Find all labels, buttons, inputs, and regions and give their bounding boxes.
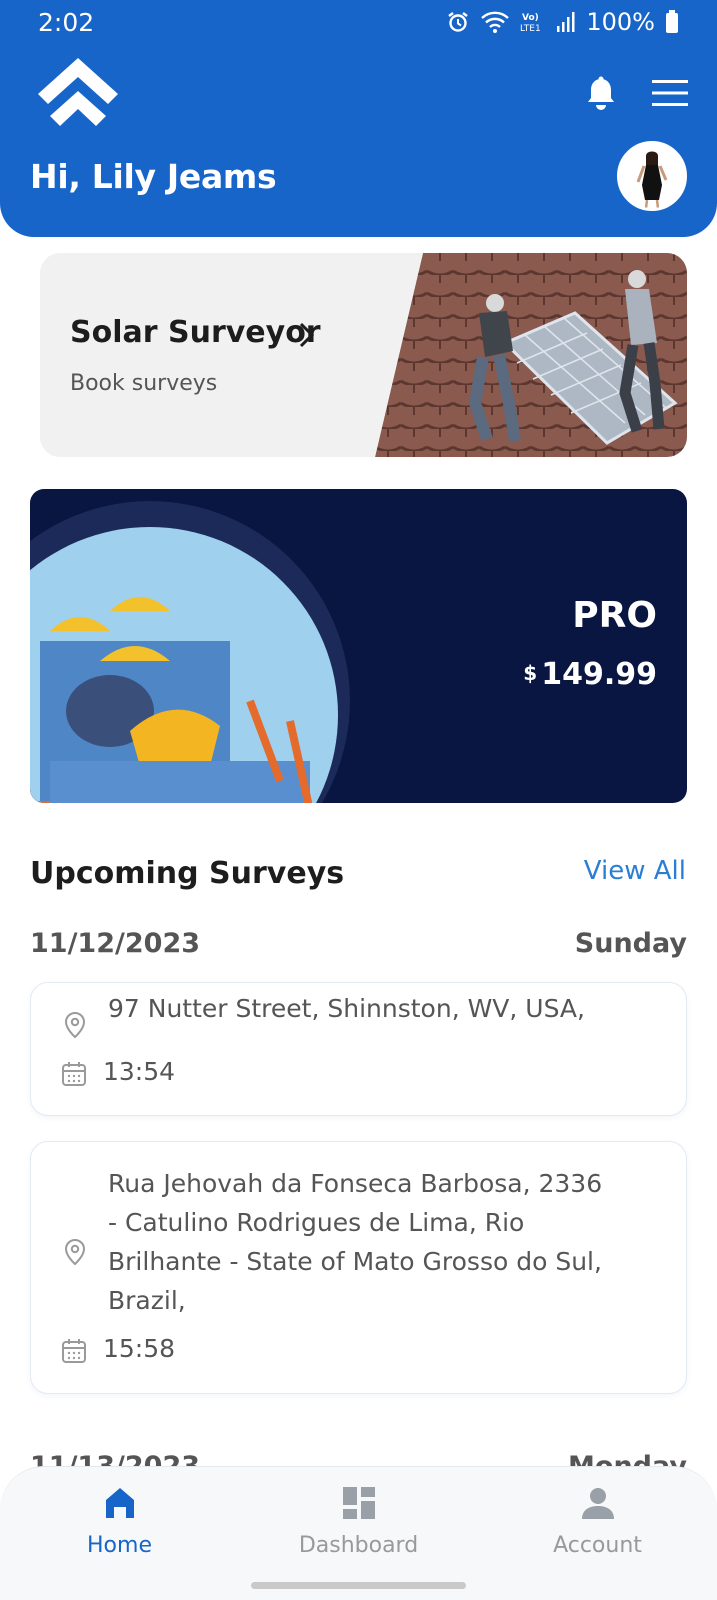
gesture-bar[interactable] [251, 1582, 466, 1589]
signal-icon [557, 12, 575, 32]
solar-surveyor-card[interactable]: Solar Surveyor Book surveys [40, 253, 687, 457]
status-time: 2:02 [38, 8, 95, 37]
alarm-icon [448, 12, 469, 32]
chevron-right-icon [299, 322, 315, 348]
solar-installers-image [375, 253, 687, 457]
battery-percent: 100% [586, 8, 655, 36]
survey-date: 11/12/2023 [30, 928, 201, 959]
greeting-text: Hi, Lily Jeams [30, 157, 277, 196]
pro-plan-card[interactable]: PRO $149.99 [30, 489, 687, 803]
solar-surveyor-title: Solar Surveyor [70, 315, 321, 350]
dashboard-icon [342, 1487, 375, 1519]
section-title: Upcoming Surveys [30, 856, 345, 891]
svg-text:LTE1: LTE1 [520, 24, 541, 34]
volte-icon: Vo)LTE1 [520, 13, 541, 34]
workers-image [30, 501, 350, 803]
bell-icon[interactable] [584, 76, 618, 112]
survey-time: 13:54 [103, 1057, 176, 1086]
svg-text:Vo): Vo) [522, 13, 539, 23]
nav-label: Home [87, 1533, 152, 1558]
address-line: - Catulino Rodrigues de Lima, Rio [108, 1208, 525, 1237]
nav-label: Dashboard [298, 1533, 419, 1558]
location-pin-icon [64, 1238, 86, 1266]
view-all-link[interactable]: View All [584, 856, 686, 886]
survey-card[interactable]: 97 Nutter Street, Shinnston, WV, USA, 13… [30, 982, 687, 1116]
survey-time: 15:58 [103, 1334, 176, 1363]
hamburger-menu-icon[interactable] [652, 78, 688, 108]
location-pin-icon [64, 1011, 86, 1039]
app-screen: 2:02 Vo) LTE1 100% Hi, Lily Jeams Solar … [0, 0, 717, 1600]
price-value: 149.99 [541, 657, 657, 692]
survey-address: Rua Jehovah da Fonseca Barbosa, 2336 - C… [108, 1164, 602, 1320]
calendar-icon [62, 1062, 86, 1086]
address-line: Brazil, [108, 1286, 186, 1315]
survey-day: Sunday [574, 928, 687, 959]
survey-address: 97 Nutter Street, Shinnston, WV, USA, [108, 994, 585, 1023]
bottom-navigation: Home Dashboard Account [0, 1466, 717, 1600]
home-icon [105, 1488, 134, 1518]
battery-icon [666, 10, 678, 33]
nav-label: Account [553, 1533, 642, 1558]
survey-card[interactable]: Rua Jehovah da Fonseca Barbosa, 2336 - C… [30, 1141, 687, 1394]
calendar-icon [62, 1339, 86, 1363]
nav-home[interactable]: Home [0, 1467, 239, 1587]
account-icon [581, 1488, 614, 1519]
header: 2:02 Vo) LTE1 100% Hi, Lily Jeams [0, 0, 717, 237]
logo-icon [38, 58, 118, 126]
plan-name: PRO [572, 595, 657, 636]
address-line: Rua Jehovah da Fonseca Barbosa, 2336 [108, 1169, 603, 1198]
nav-account[interactable]: Account [478, 1467, 717, 1587]
status-icons: Vo) LTE1 100% [446, 8, 679, 36]
date-header: 11/12/2023 Sunday [30, 928, 687, 968]
wifi-icon [481, 11, 510, 33]
plan-price: $149.99 [523, 657, 657, 692]
solar-surveyor-subtitle: Book surveys [70, 371, 218, 396]
user-avatar[interactable] [617, 141, 687, 211]
status-bar: 2:02 Vo) LTE1 100% [0, 0, 717, 46]
nav-dashboard[interactable]: Dashboard [239, 1467, 478, 1587]
currency-symbol: $ [523, 661, 538, 685]
address-line: Brilhante - State of Mato Grosso do Sul, [108, 1247, 602, 1276]
